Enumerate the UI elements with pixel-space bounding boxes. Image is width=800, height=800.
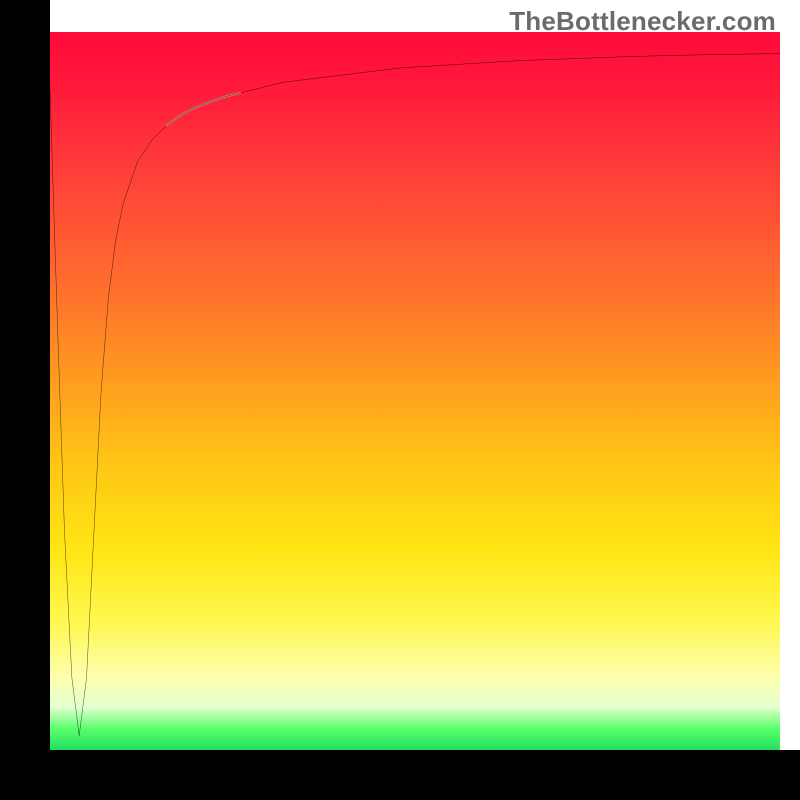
plot-area: [50, 32, 780, 750]
x-axis-border: [0, 750, 800, 800]
chart-frame: TheBottlenecker.com: [0, 0, 800, 800]
y-axis-border: [0, 0, 50, 800]
gradient-background: [50, 32, 780, 750]
